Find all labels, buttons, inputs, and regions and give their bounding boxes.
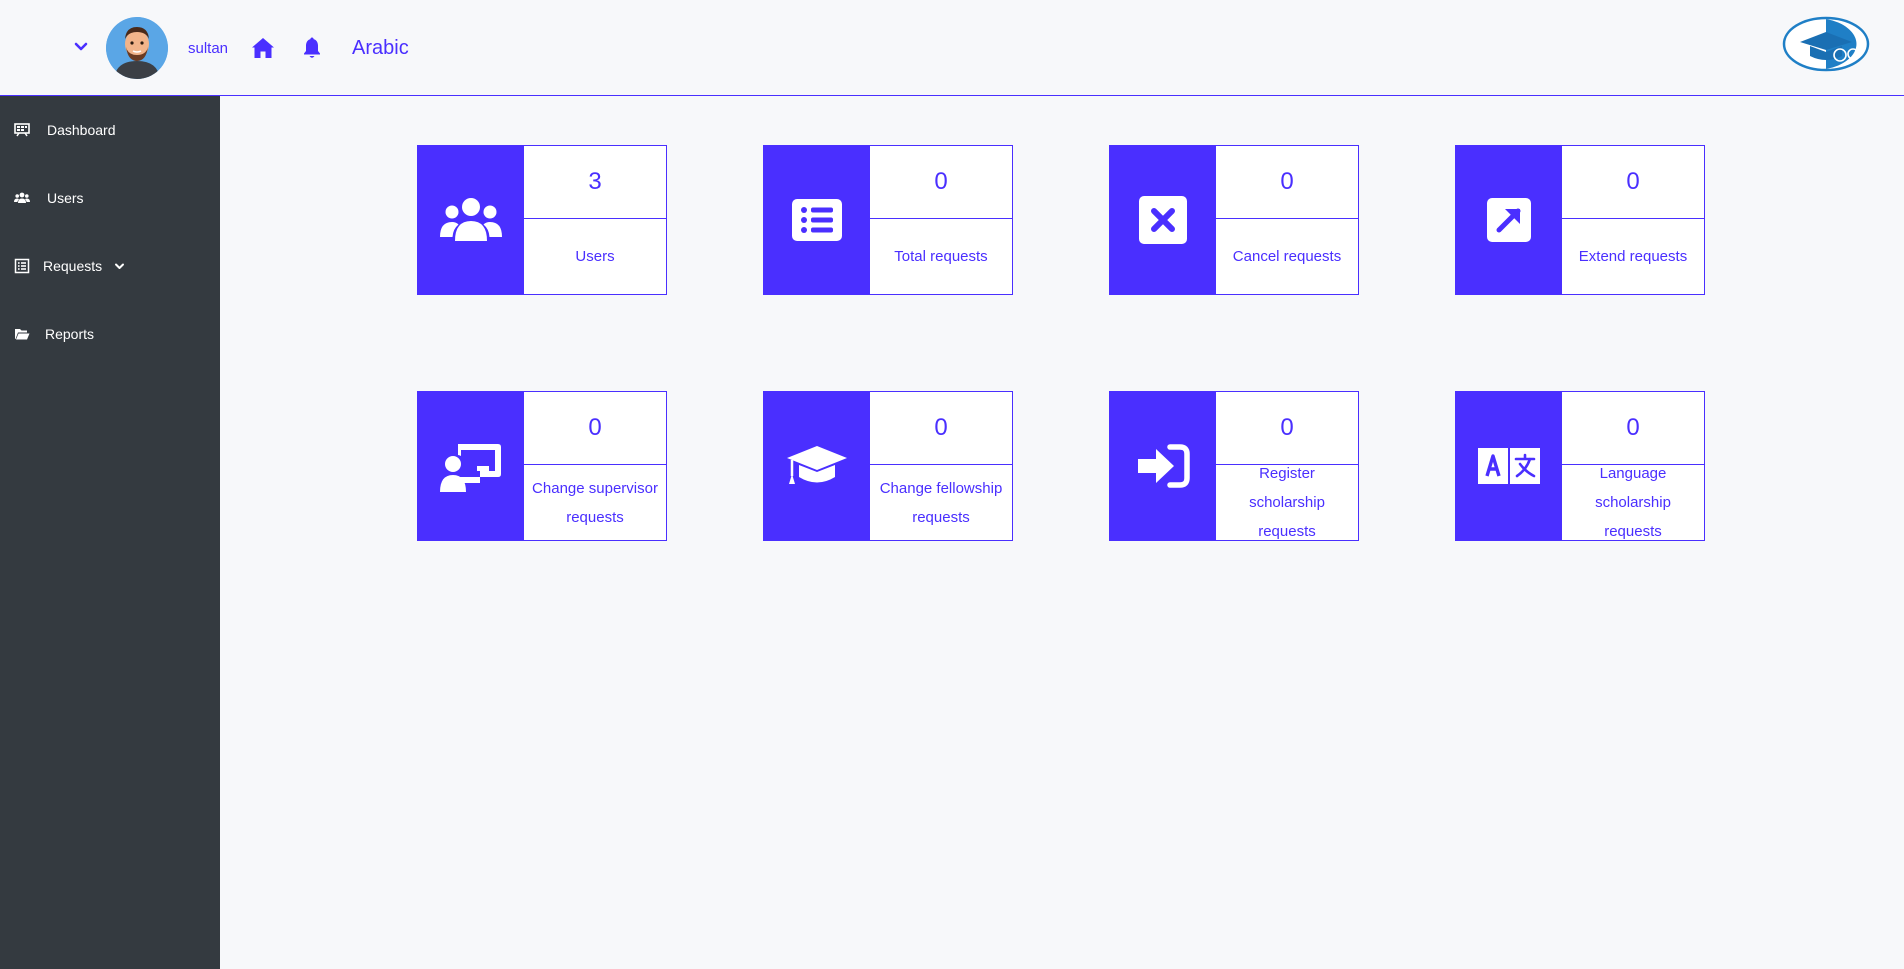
stat-value: 0 bbox=[1562, 392, 1704, 465]
sidebar-item-label: Users bbox=[47, 190, 84, 206]
sign-in-icon bbox=[1138, 444, 1190, 488]
users-icon bbox=[14, 192, 30, 203]
stat-label: Change supervisor requests bbox=[532, 479, 658, 526]
stat-label: Users bbox=[575, 248, 615, 265]
stat-value: 0 bbox=[1216, 392, 1358, 465]
stat-card-total-requests[interactable]: 0 Total requests bbox=[763, 145, 1013, 295]
sidebar-item-reports[interactable]: Reports bbox=[0, 318, 220, 352]
stat-value: 0 bbox=[870, 392, 1012, 465]
sidebar-item-label: Requests bbox=[43, 258, 103, 274]
users-icon bbox=[440, 198, 502, 241]
extend-arrow-icon bbox=[1487, 198, 1531, 242]
stat-value: 0 bbox=[1216, 146, 1358, 219]
stat-card-extend-requests[interactable]: 0 Extend requests bbox=[1455, 145, 1705, 295]
list-icon bbox=[792, 199, 842, 241]
language-icon bbox=[1478, 448, 1540, 484]
chevron-down-icon[interactable] bbox=[114, 261, 125, 272]
sidebar-item-dashboard[interactable]: Dashboard bbox=[0, 114, 220, 148]
chevron-down-icon[interactable] bbox=[72, 38, 90, 56]
stat-card-register-scholarship-requests[interactable]: 0 Register scholarship requests bbox=[1109, 391, 1359, 541]
stat-card-change-fellowship-requests[interactable]: 0 Change fellowship requests bbox=[763, 391, 1013, 541]
cancel-icon bbox=[1139, 196, 1187, 244]
university-logo bbox=[1782, 16, 1870, 72]
stat-value: 0 bbox=[870, 146, 1012, 219]
bell-icon[interactable] bbox=[302, 36, 322, 60]
avatar[interactable] bbox=[106, 17, 168, 79]
stat-card-language-scholarship-requests[interactable]: 0 Language scholarship requests bbox=[1455, 391, 1705, 541]
sidebar-item-label: Reports bbox=[45, 326, 95, 342]
list-icon bbox=[14, 258, 30, 274]
dashboard-icon bbox=[14, 123, 30, 137]
stat-card-cancel-requests[interactable]: 0 Cancel requests bbox=[1109, 145, 1359, 295]
username[interactable]: sultan bbox=[188, 40, 228, 57]
sidebar-item-users[interactable]: Users bbox=[0, 182, 220, 216]
stat-value: 3 bbox=[524, 146, 666, 219]
stat-label: Register scholarship requests bbox=[1249, 465, 1325, 540]
stat-label: Total requests bbox=[894, 248, 988, 265]
stat-label: Language scholarship requests bbox=[1595, 465, 1671, 540]
stat-card-change-supervisor-requests[interactable]: 0 Change supervisor requests bbox=[417, 391, 667, 541]
supervisor-icon bbox=[440, 444, 501, 492]
stat-value: 0 bbox=[524, 392, 666, 465]
folder-open-icon bbox=[15, 329, 30, 340]
sidebar: Dashboard Users Requests Reports bbox=[0, 96, 220, 969]
sidebar-item-requests[interactable]: Requests bbox=[0, 250, 220, 284]
stat-label: Cancel requests bbox=[1232, 248, 1342, 265]
stat-label: Change fellowship requests bbox=[879, 479, 1003, 526]
top-navbar: sultan Arabic bbox=[0, 0, 1904, 96]
home-icon[interactable] bbox=[251, 37, 275, 59]
graduation-cap-icon bbox=[787, 446, 847, 484]
stat-card-users[interactable]: 3 Users bbox=[417, 145, 667, 295]
sidebar-item-label: Dashboard bbox=[47, 122, 116, 138]
stat-value: 0 bbox=[1562, 146, 1704, 219]
language-switch-link[interactable]: Arabic bbox=[352, 37, 409, 60]
stat-label: Extend requests bbox=[1578, 248, 1688, 265]
